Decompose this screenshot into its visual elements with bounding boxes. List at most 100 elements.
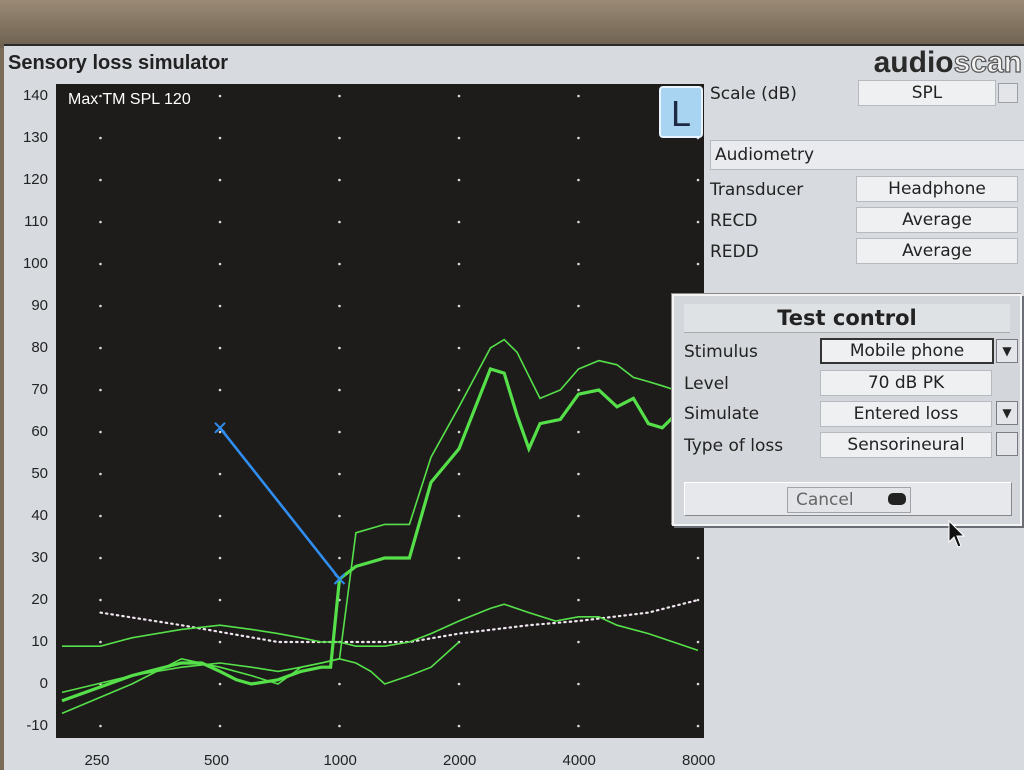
scale-label: Scale (dB) xyxy=(710,84,797,104)
app-screen: Sensory loss simulator audioscan 140 130 1… xyxy=(4,44,1024,770)
type-of-loss-toggle[interactable] xyxy=(996,432,1018,456)
grid-dot xyxy=(457,220,461,224)
redd-field[interactable]: Average xyxy=(856,238,1018,264)
grid-dot xyxy=(577,178,580,182)
grid-dot xyxy=(577,514,580,518)
grid-dot xyxy=(218,262,222,266)
grid-dot xyxy=(457,178,461,182)
transducer-field[interactable]: Headphone xyxy=(856,176,1018,202)
brand-logo-light: scan xyxy=(953,45,1023,79)
chart-area: Max TM SPL 120 L xyxy=(56,84,704,738)
simulate-dropdown-icon[interactable]: ▼ xyxy=(996,401,1018,425)
grid-dot xyxy=(218,136,222,140)
grid-dot xyxy=(457,472,461,476)
grid-dot xyxy=(338,94,341,98)
x-tick-label: 1000 xyxy=(323,752,357,769)
cancel-button[interactable]: Cancel xyxy=(787,487,911,513)
grid-dot xyxy=(696,220,700,224)
app-title: Sensory loss simulator xyxy=(8,52,229,74)
grid-dot xyxy=(218,346,222,350)
brand-logo: audioscan xyxy=(873,45,1023,80)
grid-dot xyxy=(696,598,700,602)
grid-dot xyxy=(457,682,461,686)
x-tick-label: 2000 xyxy=(442,752,477,769)
grid-dot xyxy=(457,430,461,434)
y-tick-label: 120 xyxy=(22,171,48,188)
grid-dot xyxy=(338,220,341,224)
x-tick-label: 4000 xyxy=(562,752,596,769)
grid-dot xyxy=(577,682,580,686)
grid-dot xyxy=(577,304,580,308)
test-control-dialog: Test control Stimulus Mobile phone ▼ Lev… xyxy=(672,294,1022,526)
grid-dot xyxy=(457,724,461,728)
grid-dot xyxy=(457,346,461,350)
grid-dot xyxy=(338,514,341,518)
grid-dot xyxy=(696,262,700,266)
grid-dot xyxy=(218,724,222,728)
grid-dot xyxy=(338,430,341,434)
grid-dot xyxy=(338,346,341,350)
stimulus-select[interactable]: Mobile phone xyxy=(820,338,994,364)
scale-field[interactable]: SPL xyxy=(858,80,996,106)
level-label: Level xyxy=(684,374,729,394)
ear-badge[interactable]: L xyxy=(659,86,703,138)
cancel-indicator-icon xyxy=(888,493,906,505)
cancel-button-label: Cancel xyxy=(796,490,854,510)
grid-dot xyxy=(218,682,222,686)
grid-dot xyxy=(457,556,461,560)
grid-dot xyxy=(218,178,222,182)
y-tick-label: 60 xyxy=(31,423,48,440)
audiometry-section[interactable]: Audiometry xyxy=(710,140,1024,170)
grid-dot xyxy=(577,598,580,602)
grid-dot xyxy=(99,304,102,308)
grid-dot xyxy=(577,136,580,140)
grid-dot xyxy=(457,262,461,266)
y-tick-label: 30 xyxy=(31,549,48,566)
grid-dot xyxy=(338,724,341,728)
grid-dot xyxy=(696,724,700,728)
grid-dot xyxy=(577,472,580,476)
grid-dot xyxy=(338,682,341,686)
grid-dot xyxy=(457,598,461,602)
grid-dot xyxy=(218,388,222,392)
y-tick-label: 70 xyxy=(31,381,48,398)
brand-logo-dark: audio xyxy=(873,46,954,79)
type-of-loss-label: Type of loss xyxy=(684,436,784,456)
grid-dot xyxy=(99,640,102,644)
grid-dot xyxy=(99,556,102,560)
chart-title: Max TM SPL 120 xyxy=(68,91,191,108)
grid-dot xyxy=(457,136,461,140)
grid-dot xyxy=(577,220,580,224)
x-tick-label: 8000 xyxy=(682,752,716,769)
grid-dot xyxy=(577,556,580,560)
y-tick-label: -10 xyxy=(26,717,48,734)
stimulus-dropdown-icon[interactable]: ▼ xyxy=(996,339,1018,363)
y-tick-label: 0 xyxy=(39,675,48,692)
grid-dot xyxy=(696,682,700,686)
redd-label: REDD xyxy=(710,242,759,262)
simulate-select[interactable]: Entered loss xyxy=(820,401,992,427)
grid-dot xyxy=(99,724,102,728)
scale-toggle[interactable] xyxy=(998,83,1018,103)
grid-dot xyxy=(577,94,580,98)
grid-dot xyxy=(99,178,102,182)
type-of-loss-field[interactable]: Sensorineural xyxy=(820,432,992,458)
grid-dot xyxy=(338,388,341,392)
grid-dot xyxy=(338,136,341,140)
grid-dot xyxy=(218,598,222,602)
grid-dot xyxy=(577,430,580,434)
grid-dot xyxy=(457,514,461,518)
chart-svg: Max TM SPL 120 L xyxy=(56,84,704,738)
grid-dot xyxy=(218,556,222,560)
grid-dot xyxy=(99,262,102,266)
y-tick-label: 130 xyxy=(22,129,48,146)
grid-dot xyxy=(99,346,102,350)
monitor-bezel xyxy=(0,0,1024,48)
stimulus-label: Stimulus xyxy=(684,342,758,362)
recd-field[interactable]: Average xyxy=(856,207,1018,233)
level-field[interactable]: 70 dB PK xyxy=(820,370,992,396)
mouse-pointer-icon xyxy=(948,520,966,548)
grid-dot xyxy=(696,556,700,560)
grid-dot xyxy=(218,640,222,644)
transducer-label: Transducer xyxy=(710,180,804,200)
